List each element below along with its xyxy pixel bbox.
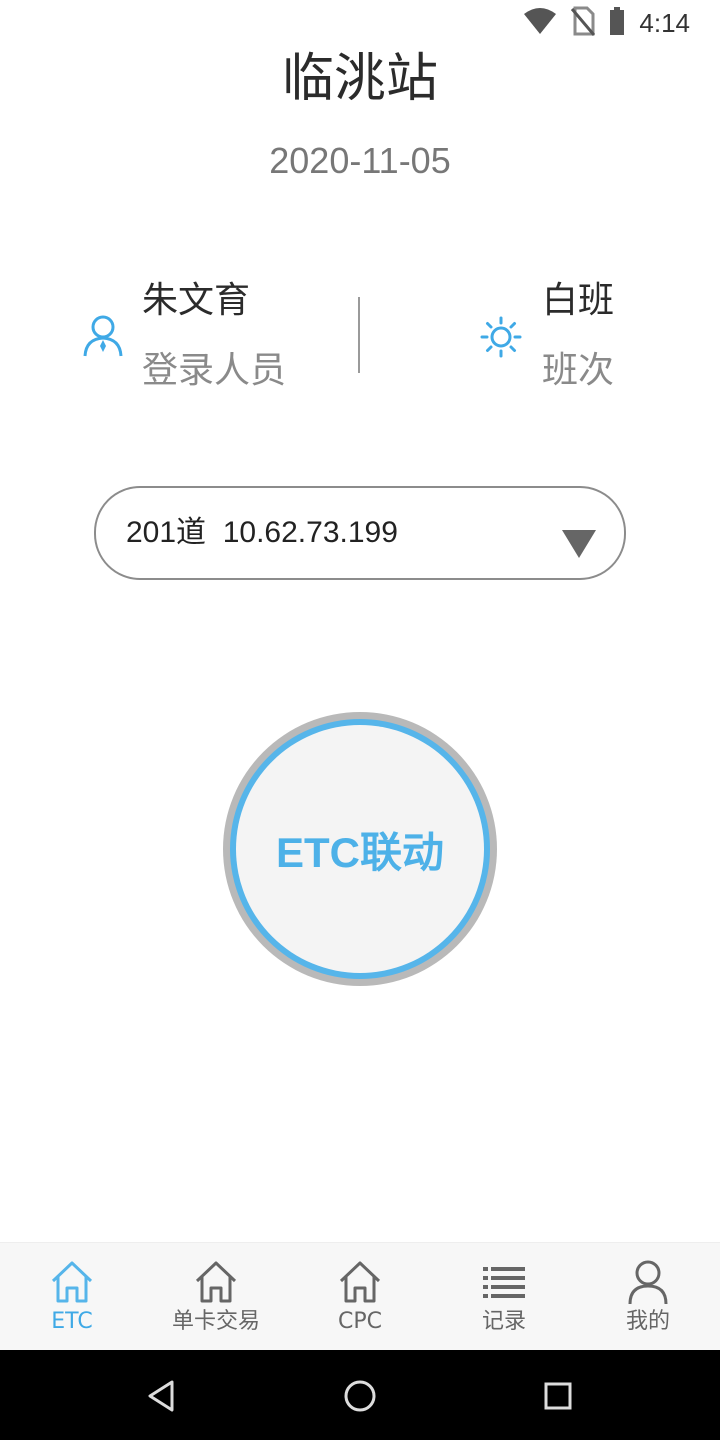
wifi-icon (523, 7, 557, 39)
station-title: 临洮站 (281, 49, 438, 109)
status-icons: 4:14 (523, 6, 690, 40)
nav-item-records[interactable]: 记录 (432, 1243, 576, 1351)
screen: 4:14 临洮站 2020-11-05 朱文育 登录人员 白班 班次 201道 … (0, 0, 720, 1440)
home-circle-icon[interactable] (340, 1376, 380, 1416)
date-text: 2020-11-05 (269, 140, 451, 181)
system-nav-bar (0, 1350, 720, 1440)
nav-label: 记录 (481, 1309, 526, 1334)
etc-button-face: ETC联动 (236, 725, 484, 973)
nav-item-mine[interactable]: 我的 (576, 1243, 720, 1351)
home-icon (193, 1259, 239, 1305)
nav-item-single-card[interactable]: 单卡交易 (144, 1243, 288, 1351)
list-icon (481, 1259, 527, 1305)
lane-select-dropdown[interactable]: 201道 10.62.73.199 (94, 486, 626, 580)
login-user-block: 朱文育 登录人员 (82, 270, 332, 410)
etc-linkage-button[interactable]: ETC联动 (223, 712, 497, 986)
nav-label: CPC (338, 1309, 382, 1334)
back-icon[interactable] (142, 1376, 182, 1416)
shift-name: 白班 (542, 280, 615, 321)
user-name: 朱文育 (142, 280, 251, 321)
status-time: 4:14 (639, 7, 690, 38)
nav-item-etc[interactable]: ETC (0, 1243, 144, 1351)
nav-label: 单卡交易 (171, 1309, 260, 1334)
nav-label: 我的 (625, 1309, 670, 1334)
bottom-nav: ETC 单卡交易 CPC 记录 我的 (0, 1242, 720, 1351)
lane-select-value: 201道 10.62.73.199 (126, 516, 398, 549)
home-icon (49, 1259, 95, 1305)
home-icon (337, 1259, 383, 1305)
recents-icon[interactable] (538, 1376, 578, 1416)
person-icon (625, 1259, 671, 1305)
nav-label: ETC (51, 1309, 93, 1334)
dropdown-arrow-icon (562, 530, 596, 558)
user-icon (82, 314, 124, 358)
status-bar: 4:14 (0, 0, 720, 46)
info-row: 朱文育 登录人员 白班 班次 (0, 270, 720, 410)
shift-block: 白班 班次 (480, 270, 650, 410)
battery-icon (609, 7, 625, 39)
user-caption: 登录人员 (142, 350, 287, 391)
info-divider (358, 297, 360, 373)
no-sim-icon (571, 6, 596, 40)
etc-button-ring: ETC联动 (230, 719, 490, 979)
shift-caption: 班次 (542, 350, 615, 391)
sun-icon (480, 316, 522, 358)
etc-button-label: ETC联动 (275, 828, 444, 876)
nav-item-cpc[interactable]: CPC (288, 1243, 432, 1351)
